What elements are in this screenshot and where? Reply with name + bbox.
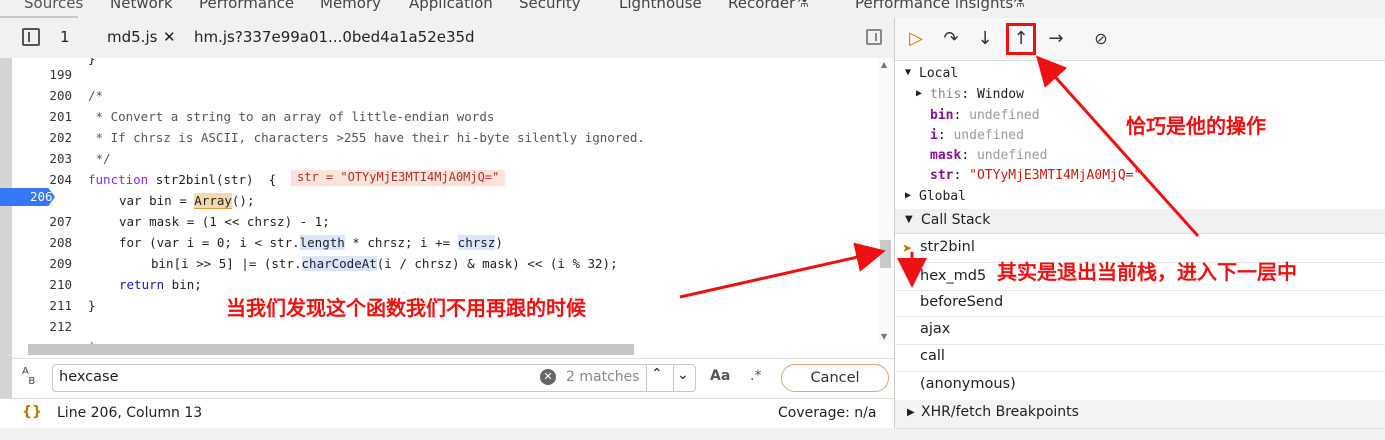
annotation-arrow — [1035, 55, 1200, 238]
annotation-arrow — [679, 242, 886, 299]
annotation-arrows — [679, 55, 1200, 299]
